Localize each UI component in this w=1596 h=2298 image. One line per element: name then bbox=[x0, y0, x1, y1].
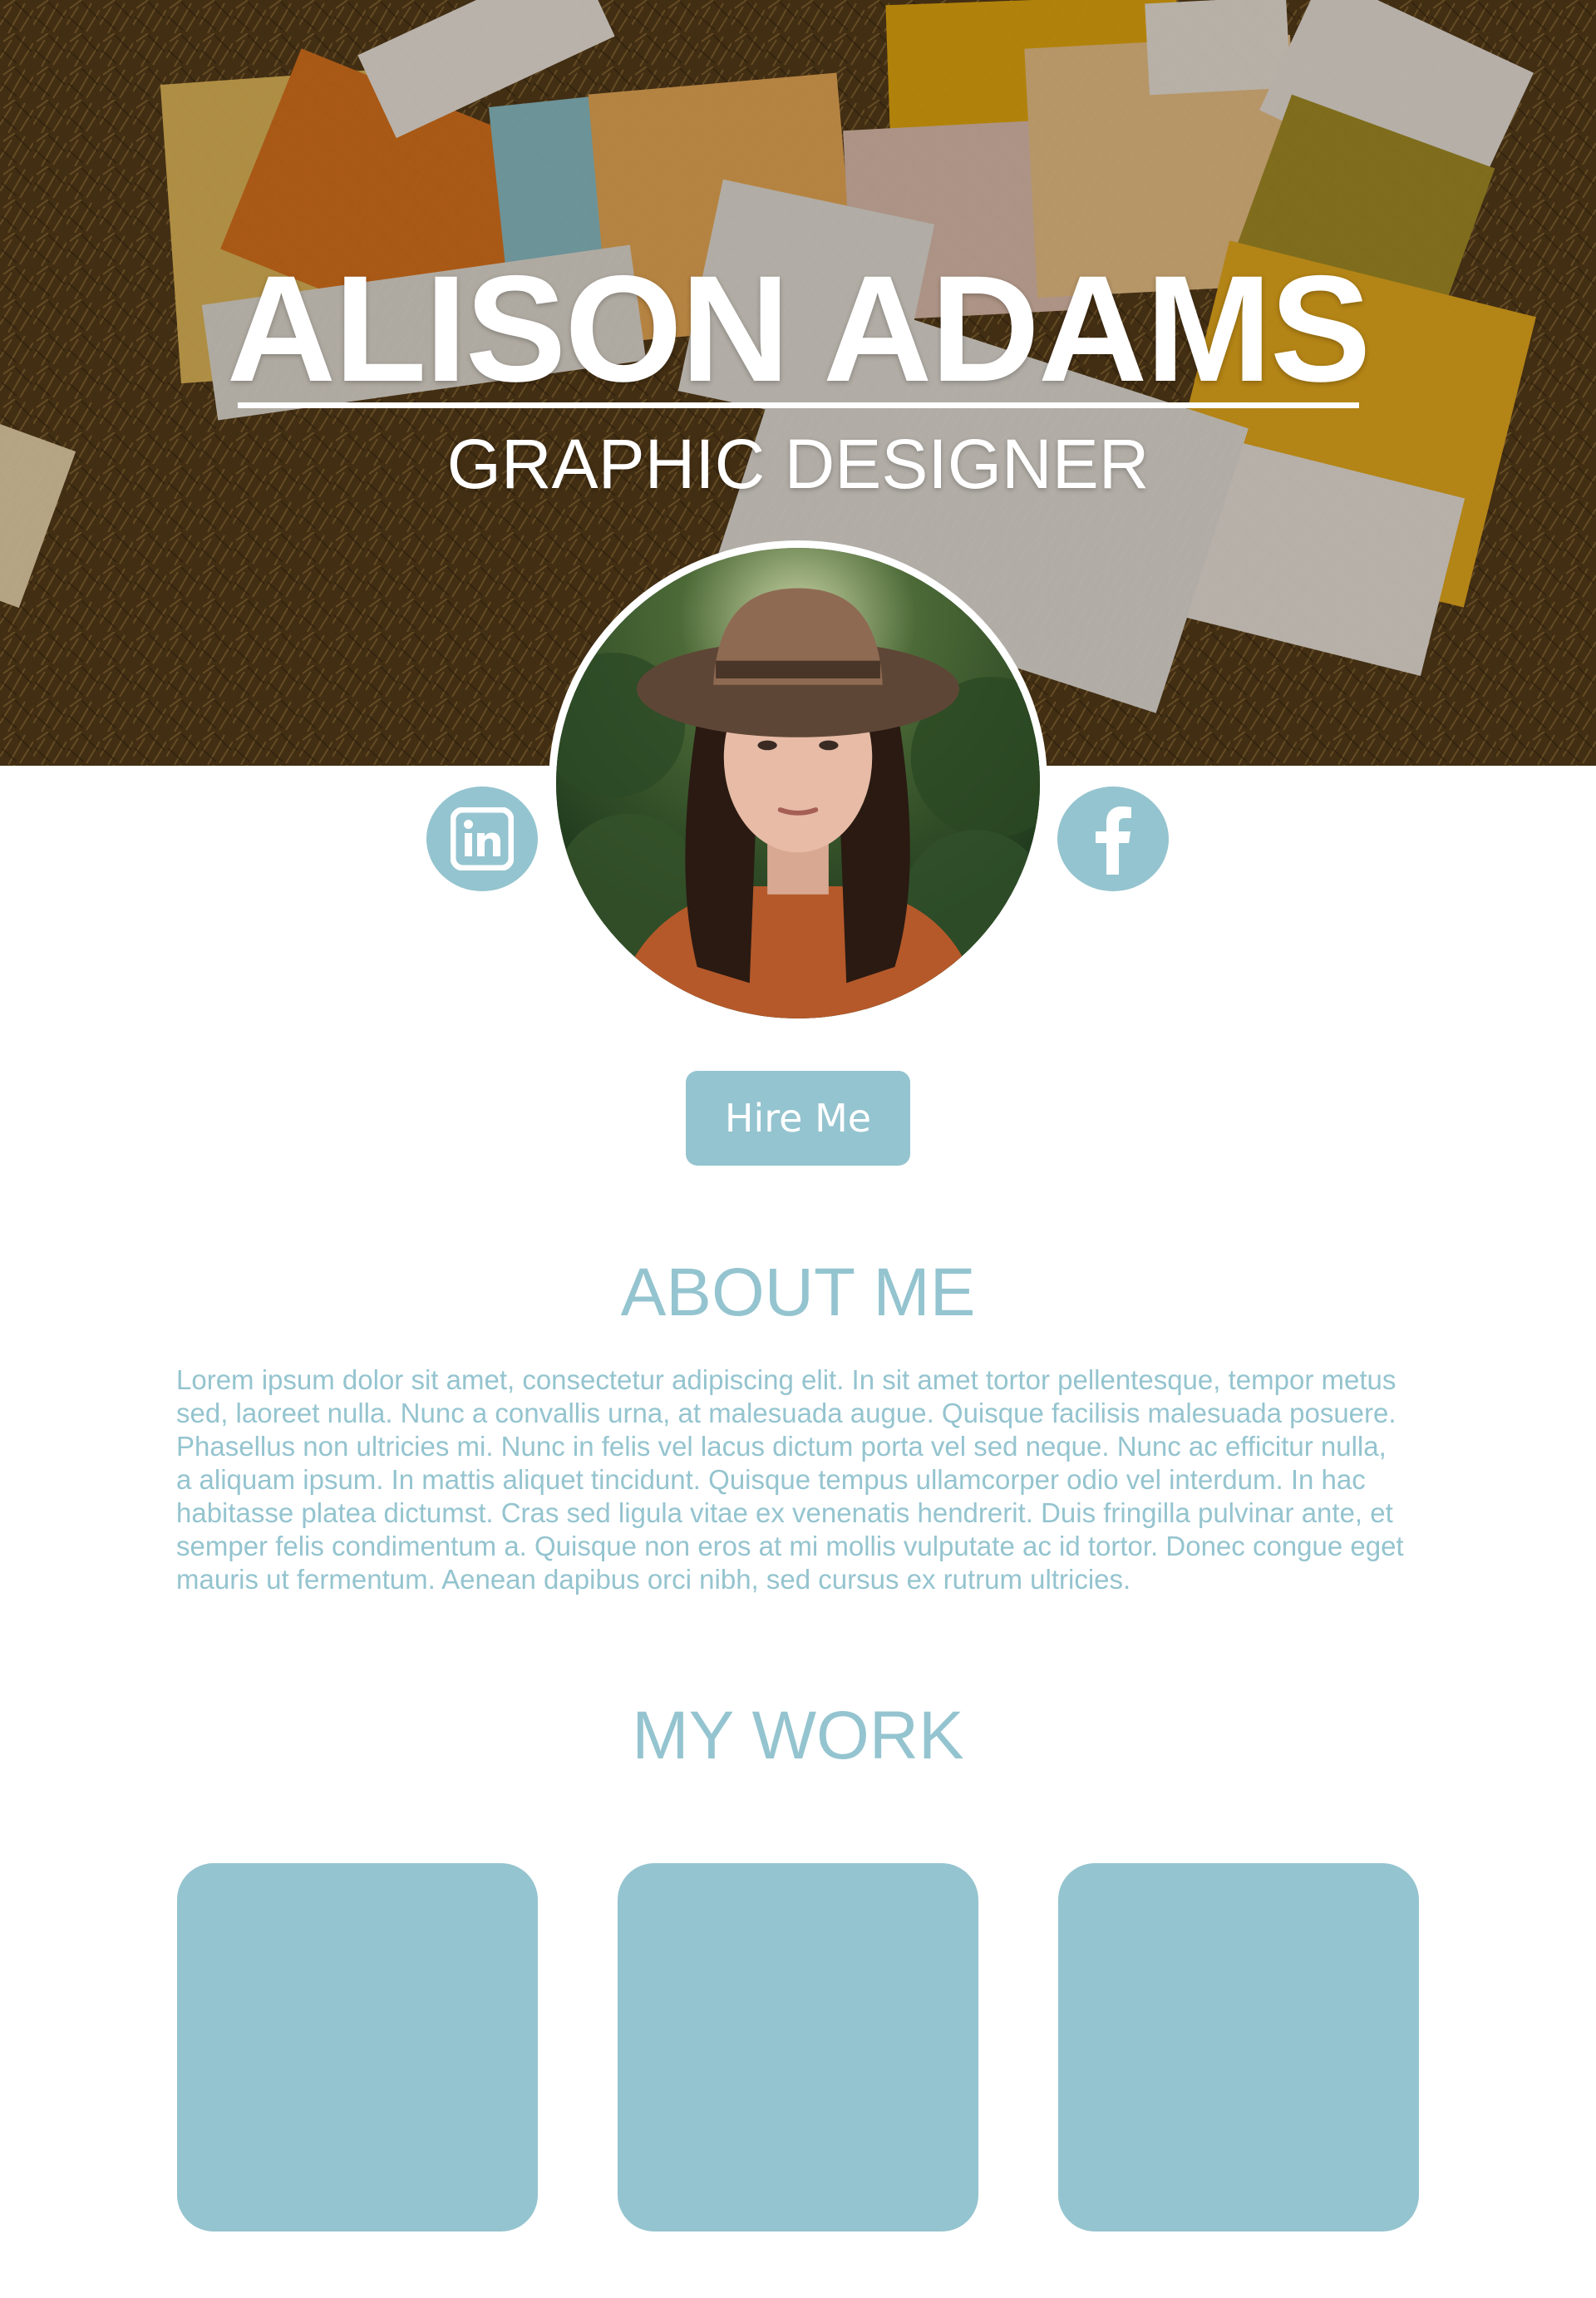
portfolio-page: ALISON ADAMS GRAPHIC DESIGNER Hire Me AB… bbox=[0, 0, 1596, 2298]
profile-avatar bbox=[549, 540, 1047, 1026]
work-card[interactable] bbox=[1058, 1863, 1419, 2231]
facebook-link[interactable] bbox=[1057, 787, 1169, 891]
hire-me-button[interactable]: Hire Me bbox=[686, 1071, 910, 1166]
profile-photo bbox=[556, 548, 1040, 1018]
hero-role-subtitle: GRAPHIC DESIGNER bbox=[446, 425, 1150, 503]
title-underline-divider bbox=[238, 402, 1359, 408]
hero-name-title: ALISON ADAMS bbox=[226, 244, 1372, 413]
linkedin-icon bbox=[451, 807, 514, 870]
work-card[interactable] bbox=[618, 1863, 978, 2231]
about-paragraph: Lorem ipsum dolor sit amet, consectetur … bbox=[176, 1364, 1404, 1595]
work-card[interactable] bbox=[177, 1863, 538, 2231]
linkedin-link[interactable] bbox=[426, 787, 538, 891]
work-heading: MY WORK bbox=[632, 1698, 964, 1773]
facebook-icon bbox=[1096, 806, 1131, 875]
about-heading: ABOUT ME bbox=[620, 1255, 976, 1330]
